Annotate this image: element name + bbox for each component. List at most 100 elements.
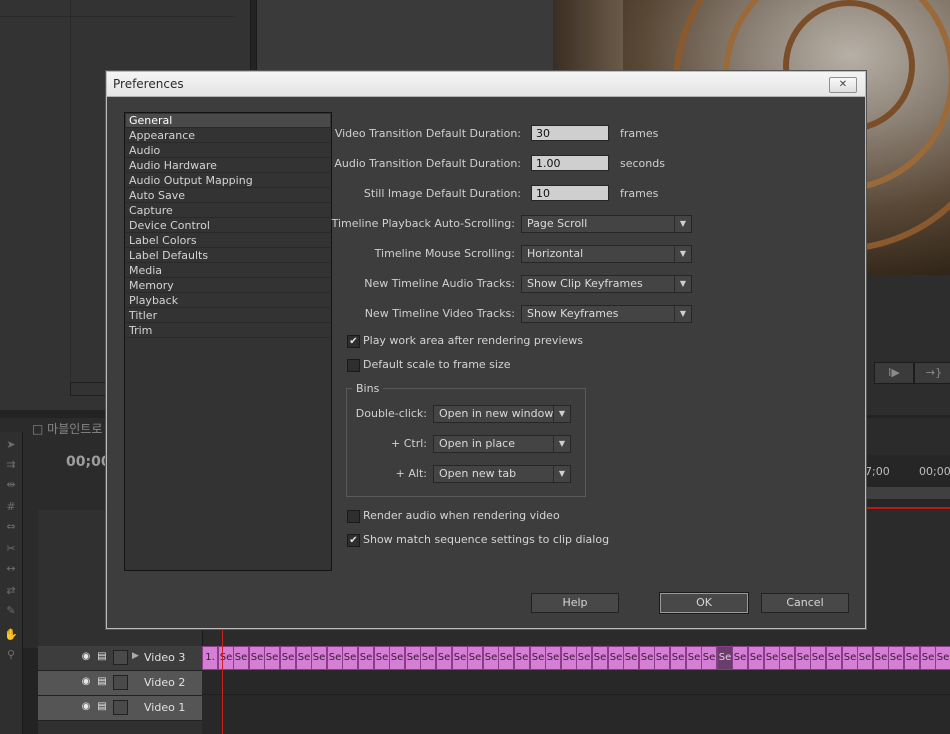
clip[interactable]: Se [639, 646, 655, 670]
track-header-video-1[interactable]: ◉ ▤ Video 1 [38, 696, 202, 721]
clip[interactable]: Se [748, 646, 764, 670]
hand-tool-icon[interactable]: ✋ [3, 628, 19, 642]
clip[interactable]: Se [826, 646, 842, 670]
lock-toggle[interactable] [113, 675, 128, 690]
clip[interactable]: Se [311, 646, 327, 670]
category-item-playback[interactable]: Playback [126, 294, 330, 308]
film-icon[interactable]: ▤ [96, 701, 108, 713]
clip[interactable]: Se [904, 646, 920, 670]
playhead[interactable] [222, 630, 223, 734]
clip[interactable]: Se [249, 646, 265, 670]
lock-toggle[interactable] [113, 650, 128, 665]
clip[interactable]: Se [358, 646, 374, 670]
track-header-video-2[interactable]: ◉ ▤ Video 2 [38, 671, 202, 696]
clip[interactable]: Se [935, 646, 950, 670]
category-item-general[interactable]: General [126, 114, 330, 128]
category-item-capture[interactable]: Capture [126, 204, 330, 218]
clip[interactable]: Se [327, 646, 343, 670]
clip[interactable]: Se [810, 646, 826, 670]
match-sequence-checkbox[interactable]: ✔ [347, 534, 360, 547]
dialog-titlebar[interactable]: Preferences ✕ [107, 72, 865, 97]
clip[interactable]: 1. [202, 646, 218, 670]
auto-scrolling-dropdown[interactable]: Page Scroll ▼ [521, 215, 692, 233]
clip[interactable]: Se [436, 646, 452, 670]
ripple-edit-tool-icon[interactable]: ⇹ [3, 478, 19, 492]
clip[interactable]: Se [296, 646, 312, 670]
rate-stretch-tool-icon[interactable]: ⇔ [3, 520, 19, 534]
cancel-button[interactable]: Cancel [761, 593, 849, 613]
still-image-duration-field[interactable]: 10 [531, 185, 609, 201]
clip[interactable]: Se [592, 646, 608, 670]
track-header-video-3[interactable]: ◉ ▤ ▶ Video 3 [38, 646, 202, 671]
clip[interactable]: Se [498, 646, 514, 670]
clip[interactable]: Se [467, 646, 483, 670]
mouse-scrolling-dropdown[interactable]: Horizontal ▼ [521, 245, 692, 263]
step-forward-button[interactable]: I▶ [874, 362, 914, 384]
clip[interactable]: Se [264, 646, 280, 670]
video-tracks-dropdown[interactable]: Show Keyframes ▼ [521, 305, 692, 323]
alt-click-dropdown[interactable]: Open new tab ▼ [433, 465, 571, 483]
clip[interactable]: Se [654, 646, 670, 670]
clip[interactable]: Se [608, 646, 624, 670]
clip[interactable]: Se [795, 646, 811, 670]
clip[interactable]: Se [530, 646, 546, 670]
clip[interactable]: Se [717, 646, 733, 670]
clip[interactable]: Se [888, 646, 904, 670]
category-item-audio[interactable]: Audio [126, 144, 330, 158]
render-audio-checkbox[interactable] [347, 510, 360, 523]
clip[interactable]: Se [779, 646, 795, 670]
timeline-timecode[interactable]: 00;00 [66, 454, 111, 470]
razor-tool-icon[interactable]: ✂ [3, 542, 19, 556]
play-work-area-checkbox[interactable]: ✔ [347, 335, 360, 348]
track-select-tool-icon[interactable]: ⇉ [3, 458, 19, 472]
help-button[interactable]: Help [531, 593, 619, 613]
rolling-edit-tool-icon[interactable]: # [3, 500, 19, 514]
double-click-dropdown[interactable]: Open in new window ▼ [433, 405, 571, 423]
category-item-audio-output-mapping[interactable]: Audio Output Mapping [126, 174, 330, 188]
clip[interactable]: Se [405, 646, 421, 670]
eye-icon[interactable]: ◉ [80, 701, 92, 713]
lock-toggle[interactable] [113, 700, 128, 715]
eye-icon[interactable]: ◉ [80, 651, 92, 663]
timeline-tab[interactable]: □ 마블인트로 [32, 420, 112, 438]
pen-tool-icon[interactable]: ✎ [3, 604, 19, 618]
default-scale-checkbox[interactable] [347, 359, 360, 372]
close-button[interactable]: ✕ [829, 77, 857, 93]
clip[interactable]: Se [389, 646, 405, 670]
clip[interactable]: Se [842, 646, 858, 670]
film-icon[interactable]: ▤ [96, 651, 108, 663]
clip[interactable]: Se [857, 646, 873, 670]
clip[interactable]: Se [732, 646, 748, 670]
category-item-media[interactable]: Media [126, 264, 330, 278]
expand-triangle-icon[interactable]: ▶ [132, 651, 139, 661]
clip[interactable]: Se [670, 646, 686, 670]
clip[interactable]: Se [452, 646, 468, 670]
clip[interactable]: Se [561, 646, 577, 670]
video-transition-duration-field[interactable]: 30 [531, 125, 609, 141]
clip[interactable]: Se [420, 646, 436, 670]
clip[interactable]: Se [233, 646, 249, 670]
film-icon[interactable]: ▤ [96, 676, 108, 688]
clip[interactable]: Se [686, 646, 702, 670]
clip[interactable]: Se [545, 646, 561, 670]
clip[interactable]: Se [576, 646, 592, 670]
category-item-trim[interactable]: Trim [126, 324, 330, 338]
ctrl-click-dropdown[interactable]: Open in place ▼ [433, 435, 571, 453]
audio-transition-duration-field[interactable]: 1.00 [531, 155, 609, 171]
clip[interactable]: Se [623, 646, 639, 670]
clip[interactable]: Se [764, 646, 780, 670]
clip[interactable]: Se [218, 646, 234, 670]
zoom-tool-icon[interactable]: ⚲ [3, 648, 19, 662]
clip[interactable]: Se [701, 646, 717, 670]
go-to-out-button[interactable]: →} [914, 362, 950, 384]
slip-tool-icon[interactable]: ↔ [3, 562, 19, 576]
clip[interactable]: Se [280, 646, 296, 670]
clip[interactable]: Se [342, 646, 358, 670]
clip[interactable]: Se [514, 646, 530, 670]
clip[interactable]: Se [374, 646, 390, 670]
clip[interactable]: Se [483, 646, 499, 670]
clip[interactable]: Se [873, 646, 889, 670]
audio-tracks-dropdown[interactable]: Show Clip Keyframes ▼ [521, 275, 692, 293]
eye-icon[interactable]: ◉ [80, 676, 92, 688]
slide-tool-icon[interactable]: ⇄ [3, 584, 19, 598]
